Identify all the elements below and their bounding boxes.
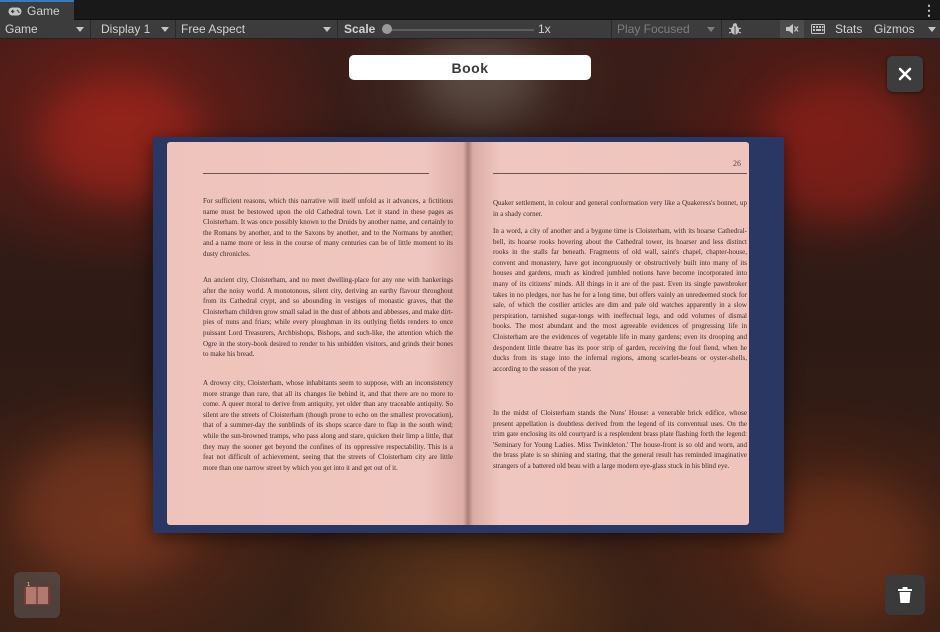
chevron-down-icon xyxy=(161,27,169,32)
scale-slider-track[interactable] xyxy=(384,29,534,31)
page-header-rule xyxy=(203,173,429,174)
right-paragraph-1: Quaker settlement, in colour and general… xyxy=(493,199,747,218)
trash-button[interactable] xyxy=(885,575,925,615)
editor-tab-strip: Game ⋮ xyxy=(0,0,940,20)
scale-value: 1x xyxy=(538,22,551,36)
close-button[interactable] xyxy=(887,56,923,92)
right-paragraph-2: In a word, a city of another and a bygon… xyxy=(493,227,747,373)
trash-icon xyxy=(898,587,912,603)
book-title-header: Book xyxy=(349,55,591,80)
display-dropdown[interactable]: Display 1 xyxy=(96,20,176,38)
right-page: 26 Quaker settlement, in colour and gene… xyxy=(467,142,749,525)
display-value: Display 1 xyxy=(101,22,151,36)
left-paragraph-1: For sufficient reasons, which this narra… xyxy=(203,197,453,258)
game-viewport: Book For sufficient reasons, which this … xyxy=(0,39,940,632)
keyboard-icon[interactable] xyxy=(806,20,830,38)
left-page: For sufficient reasons, which this narra… xyxy=(167,142,469,525)
tab-game[interactable]: Game xyxy=(0,0,74,20)
scale-slider-handle[interactable] xyxy=(382,24,392,34)
book-spine-gutter xyxy=(463,142,473,525)
chevron-down-icon xyxy=(323,27,331,32)
gizmos-button[interactable]: Gizmos xyxy=(874,22,915,36)
book-inventory-button[interactable]: 1 xyxy=(14,572,60,618)
page-header-rule xyxy=(493,173,747,174)
open-book-icon: 1 xyxy=(24,582,50,605)
right-paragraph-3: In the midst of Cloisterham stands the N… xyxy=(493,409,747,470)
background-blur xyxy=(760,79,920,219)
chevron-down-icon xyxy=(928,27,936,32)
play-mode-value: Play Focused xyxy=(617,22,690,36)
view-mode-dropdown[interactable]: Game xyxy=(0,20,91,38)
audio-mute-icon[interactable] xyxy=(780,20,804,38)
aspect-dropdown[interactable]: Free Aspect xyxy=(176,20,338,38)
aspect-value: Free Aspect xyxy=(181,22,246,36)
svg-text:1: 1 xyxy=(27,582,30,588)
close-icon xyxy=(898,67,912,81)
view-mode-value: Game xyxy=(5,22,38,36)
chevron-down-icon xyxy=(76,27,84,32)
more-options-icon[interactable]: ⋮ xyxy=(922,2,936,18)
scale-label: Scale xyxy=(344,22,376,36)
play-mode-dropdown[interactable]: Play Focused xyxy=(611,20,722,38)
left-paragraph-3: A drowsy city, Cloisterham, whose inhabi… xyxy=(203,379,453,472)
gizmos-dropdown[interactable] xyxy=(920,20,940,38)
tab-game-label: Game xyxy=(27,4,60,18)
page-number: 26 xyxy=(733,159,741,168)
book-title: Book xyxy=(451,59,489,76)
game-view-toolbar: Game Display 1 Free Aspect Scale 1x Play… xyxy=(0,20,940,39)
stats-button[interactable]: Stats xyxy=(835,22,862,36)
bug-icon[interactable] xyxy=(722,20,748,38)
left-paragraph-2: An ancient city, Cloisterham, and no mee… xyxy=(203,276,453,359)
open-book: For sufficient reasons, which this narra… xyxy=(153,137,784,533)
chevron-down-icon xyxy=(707,27,715,32)
gamepad-icon xyxy=(8,7,22,15)
